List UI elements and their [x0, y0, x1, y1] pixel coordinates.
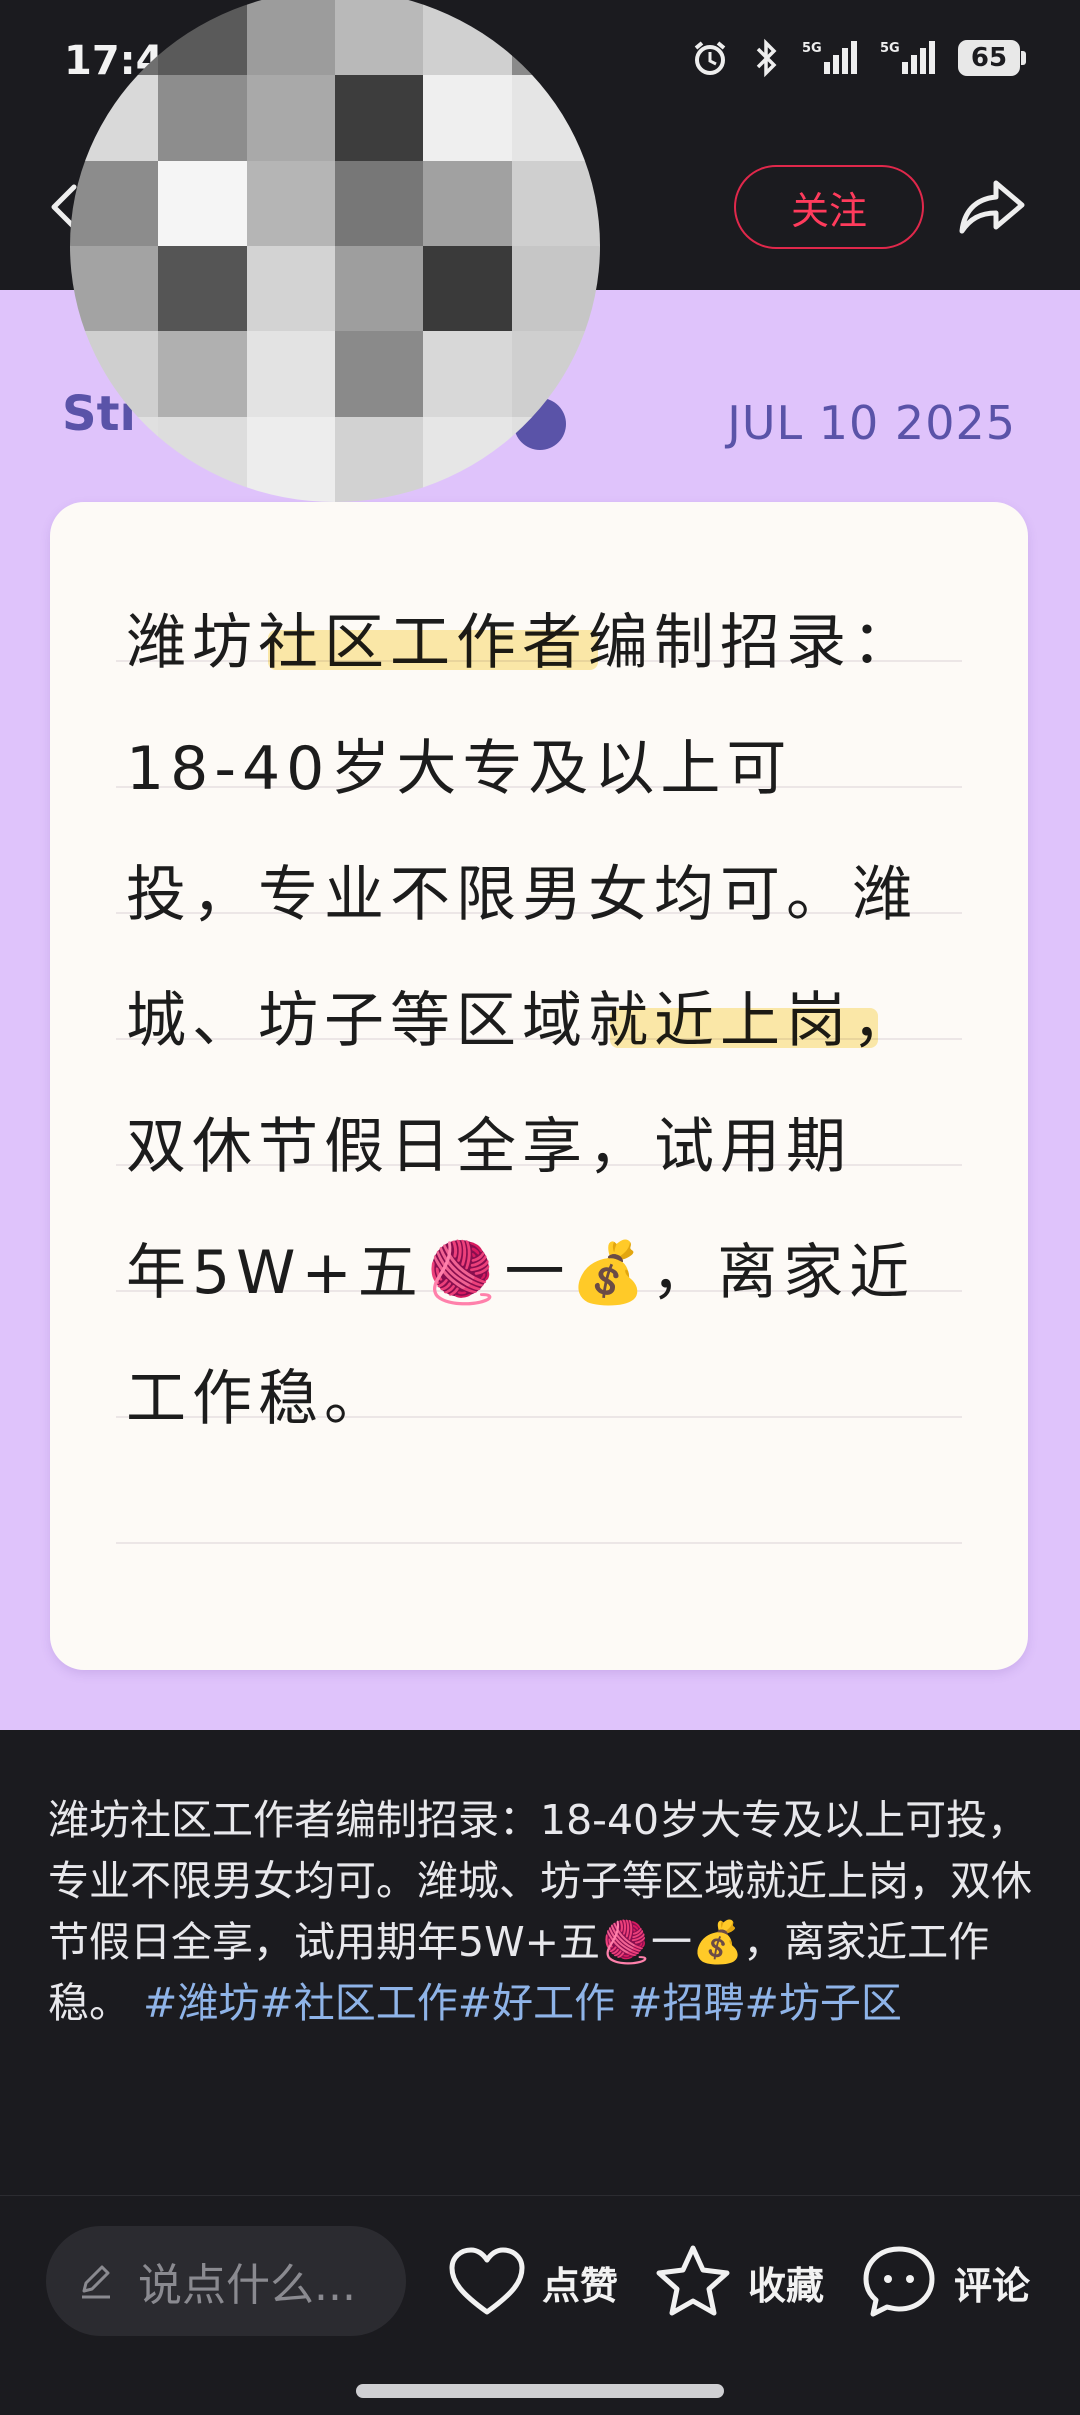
- hashtag-2[interactable]: #社区工作: [259, 1979, 457, 2027]
- avatar[interactable]: [70, 0, 600, 502]
- pencil-icon: [82, 2265, 110, 2299]
- comment-input[interactable]: 说点什么...: [46, 2226, 406, 2336]
- collect-button[interactable]: 收藏: [654, 2232, 824, 2332]
- hashtag-4[interactable]: #招聘: [628, 1979, 744, 2027]
- hashtag-5[interactable]: #坊子区: [745, 1979, 902, 2027]
- note-line-3: 投，专业不限男女均可。潍: [126, 860, 918, 930]
- like-button[interactable]: 点赞: [448, 2232, 618, 2332]
- signal-5g-icon-2: 5G: [880, 38, 936, 78]
- post-caption: 潍坊社区工作者编制招录：18-40岁大专及以上可投，专业不限男女均可。潍城、坊子…: [48, 1790, 1038, 2034]
- note-line-5: 双休节假日全享，试用期: [126, 1112, 852, 1182]
- share-icon: [959, 180, 1025, 234]
- comment-placeholder: 说点什么...: [138, 2260, 356, 2311]
- chat-bubble-icon: [863, 2246, 935, 2317]
- bottom-action-bar: 说点什么... 点赞 收藏 评论: [0, 2195, 1080, 2415]
- status-icons: 5G 5G 65: [690, 38, 1026, 78]
- heart-icon: [449, 2247, 525, 2315]
- star-icon: [656, 2245, 730, 2316]
- battery-icon: 65: [958, 40, 1026, 76]
- share-button[interactable]: [954, 169, 1030, 245]
- highlight-marker-2: [610, 1008, 878, 1048]
- bluetooth-icon: [752, 38, 780, 78]
- note-line-7: 工作稳。: [126, 1364, 390, 1434]
- follow-button[interactable]: 关注: [734, 165, 924, 249]
- post-image[interactable]: Sti JUL 10 2025 潍坊社区工作者编制招录： 18-40岁大专及以上…: [0, 290, 1080, 1730]
- like-label: 点赞: [542, 2263, 619, 2308]
- note-card: 潍坊社区工作者编制招录： 18-40岁大专及以上可 投，专业不限男女均可。潍 城…: [50, 502, 1028, 1670]
- svg-text:5G: 5G: [802, 41, 822, 56]
- comment-button[interactable]: 评论: [860, 2232, 1030, 2332]
- collect-label: 收藏: [748, 2263, 825, 2308]
- hashtag-1[interactable]: #潍坊: [143, 1979, 259, 2027]
- note-date: JUL 10 2025: [727, 396, 1016, 450]
- hashtag-3[interactable]: #好工作: [458, 1979, 615, 2027]
- svg-text:5G: 5G: [880, 41, 900, 56]
- highlight-marker-1: [268, 630, 598, 670]
- alarm-icon: [690, 38, 730, 78]
- note-line-6: 年5W+五🧶一💰，离家近: [126, 1238, 916, 1308]
- home-indicator[interactable]: [356, 2384, 724, 2398]
- comment-label: 评论: [954, 2263, 1031, 2308]
- signal-5g-icon-1: 5G: [802, 38, 858, 78]
- note-line-2: 18-40岁大专及以上可: [126, 734, 793, 804]
